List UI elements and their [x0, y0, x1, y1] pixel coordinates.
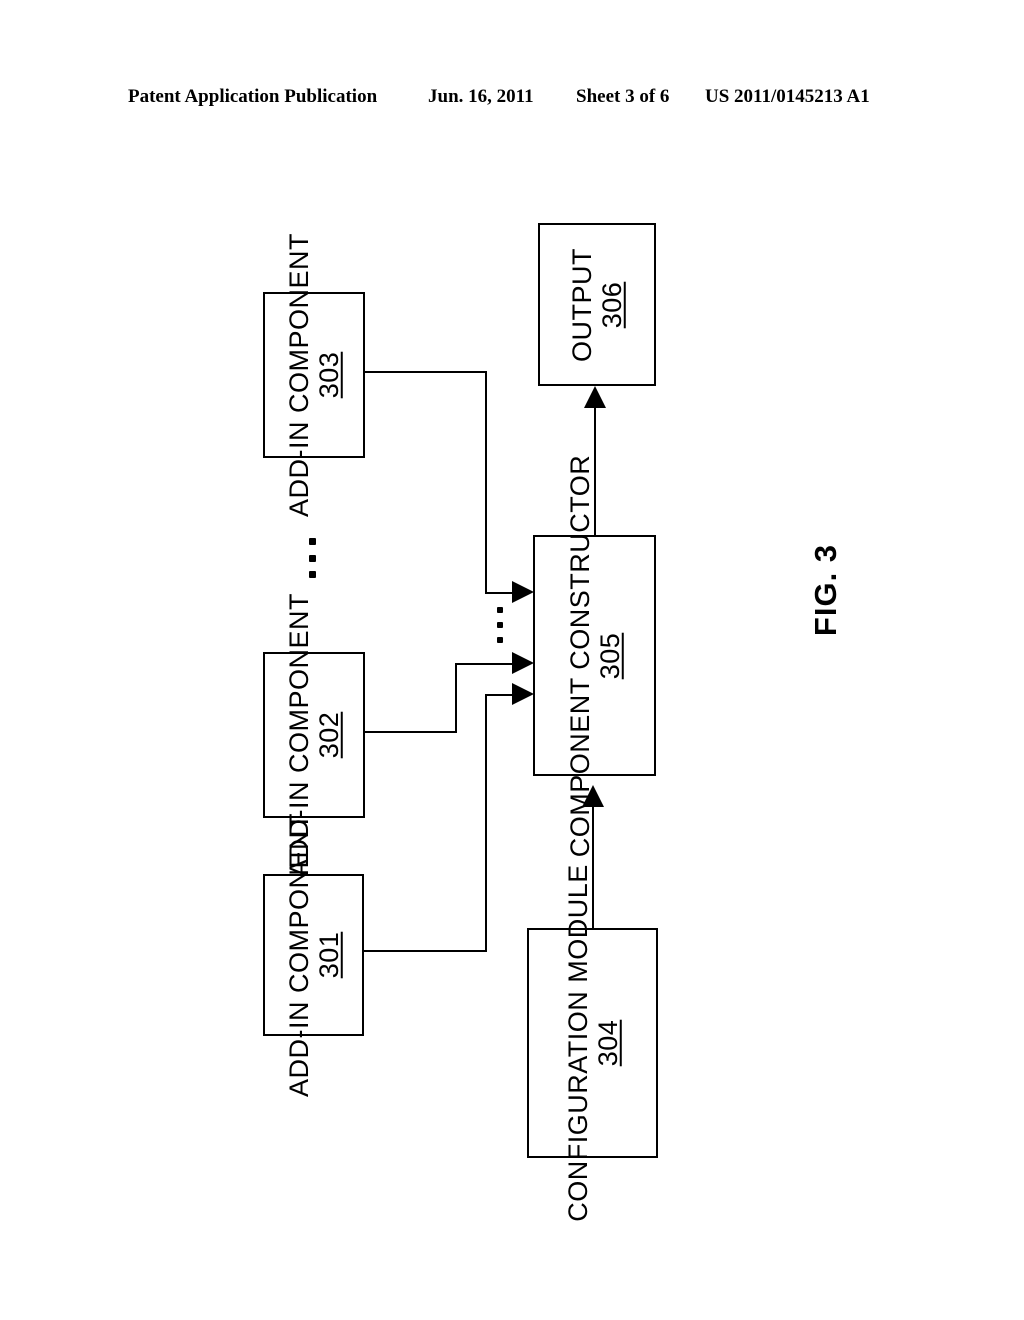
- connector-301-vertical: [485, 694, 487, 952]
- component-constructor-305-label: COMPONENT CONSTRUCTOR 305: [564, 454, 624, 857]
- node-303-line2: COMPONENT: [283, 232, 314, 413]
- connector-303-horizontal-out: [365, 371, 487, 373]
- connector-301-horizontal-in: [485, 694, 515, 696]
- arrowhead-301-to-305: [512, 683, 534, 705]
- node-303-ref: 303: [314, 351, 344, 399]
- ellipsis-dot: [309, 571, 316, 578]
- node-302-line2: COMPONENT: [283, 592, 314, 773]
- connector-302-vertical: [455, 663, 457, 733]
- add-in-component-301-label: ADD-IN COMPONENT 301: [283, 813, 343, 1097]
- node-306-line1: OUTPUT: [566, 247, 597, 362]
- component-stack-ellipsis: [309, 538, 316, 578]
- output-306-box[interactable]: OUTPUT 306: [538, 223, 656, 386]
- ellipsis-dot: [497, 637, 503, 643]
- ellipsis-dot: [309, 554, 316, 562]
- node-301-line2: COMPONENT: [283, 812, 314, 993]
- configuration-module-304-box[interactable]: CONFIGURATION MODULE 304: [527, 864, 658, 1222]
- add-in-component-302-box[interactable]: ADD-IN COMPONENT 302: [263, 593, 365, 877]
- configuration-module-304-label: CONFIGURATION MODULE 304: [562, 864, 622, 1222]
- node-304-line2: MODULE: [562, 864, 593, 983]
- input-arrows-ellipsis: [497, 607, 503, 643]
- connector-302-horizontal-in: [455, 663, 515, 665]
- node-304-line1: CONFIGURATION: [562, 990, 593, 1222]
- add-in-component-303-label: ADD-IN COMPONENT 303: [284, 233, 344, 517]
- connector-303-vertical: [485, 371, 487, 592]
- node-301-line1: ADD-IN: [283, 1001, 314, 1098]
- node-305-line1: COMPONENT: [564, 677, 595, 857]
- arrowhead-305-to-306: [584, 386, 606, 408]
- ellipsis-dot: [497, 622, 503, 628]
- ellipsis-dot: [497, 607, 503, 613]
- add-in-component-301-box[interactable]: ADD-IN COMPONENT 301: [263, 813, 364, 1097]
- connector-302-horizontal-out: [365, 731, 457, 733]
- node-301-ref: 301: [313, 931, 344, 979]
- connector-301-horizontal-out: [363, 950, 487, 952]
- node-305-ref: 305: [594, 632, 625, 679]
- node-305-line2: CONSTRUCTOR: [564, 454, 595, 670]
- add-in-component-303-box[interactable]: ADD-IN COMPONENT 303: [263, 233, 365, 517]
- node-303-line1: ADD-IN: [283, 421, 314, 518]
- figure-3-diagram: ADD-IN COMPONENT 303 ADD-IN COMPONENT 30…: [0, 0, 1024, 1320]
- output-306-label: OUTPUT 306: [567, 248, 627, 362]
- ellipsis-dot: [309, 538, 316, 545]
- arrowhead-302-to-305: [512, 652, 534, 674]
- connector-303-horizontal-in: [485, 592, 515, 594]
- arrowhead-303-to-305: [512, 581, 534, 603]
- node-304-ref: 304: [592, 1019, 623, 1067]
- figure-label: FIG. 3: [808, 543, 843, 637]
- node-306-ref: 306: [597, 281, 627, 328]
- component-constructor-305-box[interactable]: COMPONENT CONSTRUCTOR 305: [533, 454, 656, 857]
